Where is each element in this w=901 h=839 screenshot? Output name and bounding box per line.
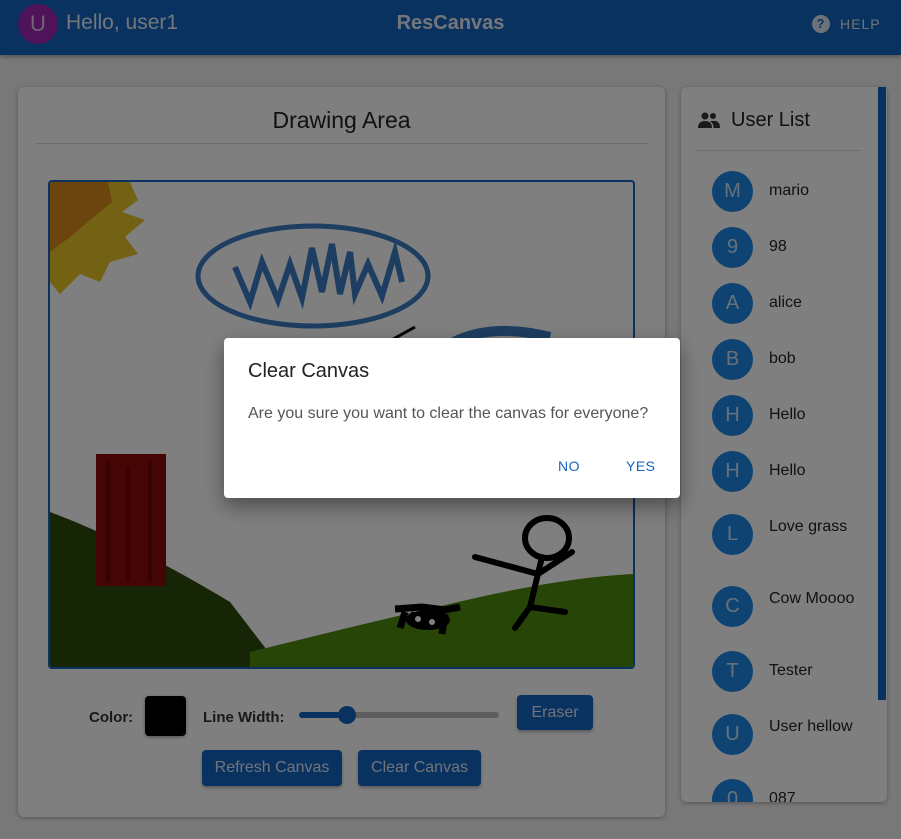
clear-canvas-dialog: Clear Canvas Are you sure you want to cl… — [224, 338, 680, 498]
yes-button[interactable]: YES — [626, 458, 656, 474]
no-button[interactable]: NO — [558, 458, 580, 474]
dialog-title: Clear Canvas — [248, 360, 370, 382]
dialog-message: Are you sure you want to clear the canva… — [248, 405, 649, 422]
